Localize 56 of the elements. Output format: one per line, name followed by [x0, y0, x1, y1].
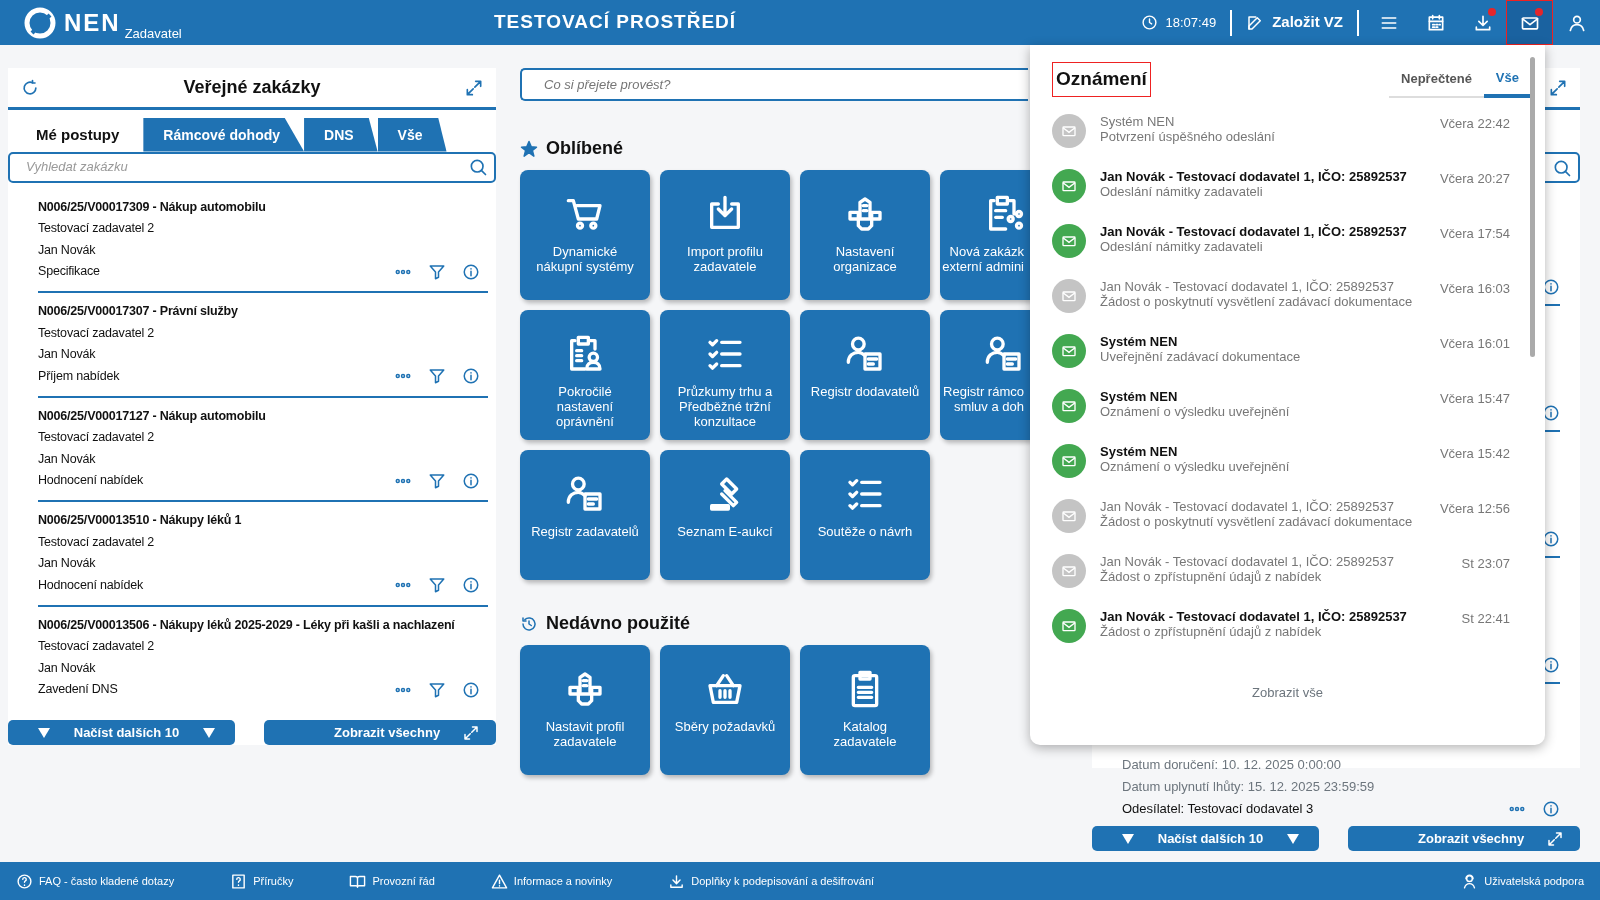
tender-phase: Příjem nabídek [38, 367, 120, 385]
notification-time: Včera 20:27 [1438, 170, 1510, 188]
notification-sender: Jan Novák - Testovací dodavatel 1, IČO: 25892537 [1100, 169, 1408, 184]
notification-sender: Systém NEN [1100, 389, 1179, 404]
notification-sender: Systém NEN [1100, 334, 1179, 349]
person-name: Jan Novák [38, 659, 97, 677]
contracting-authority: Testovací zadavatel 2 [38, 533, 155, 551]
contracting-authority: Testovací zadavatel 2 [38, 324, 155, 342]
tender-phase: Hodnocení nabídek [38, 576, 144, 594]
notification-subject: Uveřejnění zadávací dokumentace [1100, 349, 1302, 364]
notification-time: Včera 17:54 [1438, 225, 1510, 243]
notification-subject: Potvrzení úspěšného odeslání [1100, 129, 1276, 144]
notification-sender: Jan Novák - Testovací dodavatel 1, IČO: 25892537 [1100, 554, 1395, 569]
notification-subject: Odeslání námitky zadavateli [1100, 184, 1264, 199]
notification-sender: Jan Novák - Testovací dodavatel 1, IČO: 25892537 [1100, 499, 1395, 514]
section-title: Oblíbené [546, 137, 623, 160]
notification-subject: Žádost o poskytnutí vysvětlení zadávací dokumentace [1100, 514, 1414, 529]
tender-phase: Hodnocení nabídek [38, 472, 144, 489]
environment-title: TESTOVACÍ PROSTŘEDÍ [494, 10, 737, 35]
notification-subject: Oznámení o výsledku uveřejnění [1100, 459, 1291, 474]
notification-sender: Jan Novák - Testovací dodavatel 1, IČO: 25892537 [1100, 279, 1395, 294]
panel-title: Veřejné zakázky [183, 76, 321, 99]
notification-subject: Žádost o poskytnutí vysvětlení zadávací dokumentace [1100, 294, 1414, 309]
contracting-authority: Testovací zadavatel 2 [38, 220, 155, 237]
logo-subtitle: Zadavatel [124, 24, 182, 43]
panel-title: Oznámení [1052, 62, 1151, 97]
delivery-date: Datum doručení: 10. 12. 2025 0:00:00 [1122, 756, 1342, 774]
notification-time: Včera 16:03 [1438, 280, 1510, 298]
notification-time: Včera 12:56 [1438, 500, 1510, 518]
notification-sender: Jan Novák - Testovací dodavatel 1, IČO: 25892537 [1100, 609, 1408, 624]
notification-subject: Oznámení o výsledku uveřejnění [1100, 404, 1291, 419]
notification-sender: Jan Novák - Testovací dodavatel 1, IČO: 25892537 [1100, 224, 1408, 239]
notification-sender: Systém NEN [1100, 444, 1179, 459]
notification-time: Včera 15:47 [1438, 390, 1510, 408]
person-name: Jan Novák [38, 450, 97, 468]
tender-phase: Zavedení DNS [38, 681, 118, 698]
logo-text: NEN [64, 7, 121, 38]
notification-time: Včera 16:01 [1438, 335, 1510, 353]
notification-time: St 23:07 [1460, 555, 1510, 573]
notification-subject: Odeslání námitky zadavateli [1100, 239, 1264, 254]
person-name: Jan Novák [38, 241, 97, 259]
notification-subject: Žádost o zpřístupnění údajů z nabídek [1100, 624, 1323, 639]
clock-time: 18:07:49 [1165, 13, 1217, 32]
contracting-authority: Testovací zadavatel 2 [38, 638, 155, 655]
contracting-authority: Testovací zadavatel 2 [38, 429, 155, 446]
notification-sender: Systém NEN [1100, 114, 1176, 129]
notification-time: Včera 22:42 [1438, 115, 1510, 133]
person-name: Jan Novák [38, 555, 97, 572]
notification-time: Včera 15:42 [1438, 445, 1510, 463]
notification-subject: Žádost o zpřístupnění údajů z nabídek [1100, 569, 1323, 584]
deadline-date: Datum uplynutí lhůty: 15. 12. 2025 23:59:59 [1122, 778, 1376, 796]
tender-phase: Specifikace [38, 263, 100, 280]
sender-name: Odesílatel: Testovací dodavatel 3 [1122, 800, 1314, 818]
notification-time: St 22:41 [1460, 610, 1510, 628]
section-title: Nedávno použité [546, 612, 690, 635]
person-name: Jan Novák [38, 346, 97, 363]
